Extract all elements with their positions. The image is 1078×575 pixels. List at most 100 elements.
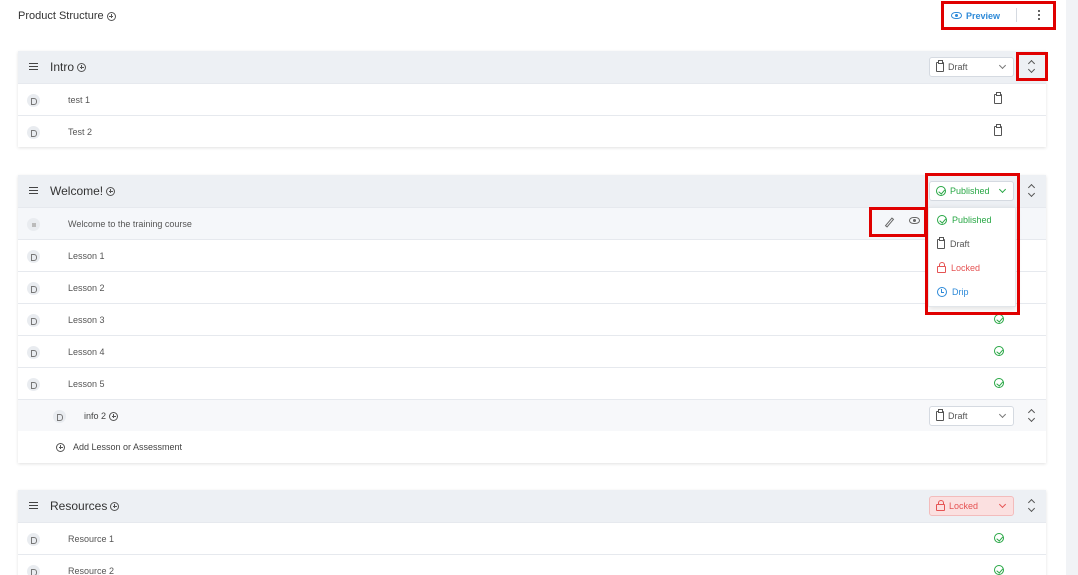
clipboard-icon [994,92,1002,104]
chevron-down-icon [998,410,1007,419]
add-section-icon[interactable] [106,11,116,21]
section-title: Resources [50,499,120,513]
option-label: Locked [951,263,981,273]
subgroup-info-2: info 2 Draft [18,399,1046,431]
item-label: Test 2 [68,127,93,137]
list-item[interactable]: test 1 [18,83,1046,115]
list-item[interactable]: Welcome to the training course [18,207,1046,239]
chevron-down-icon [998,185,1007,194]
lock-icon [937,262,946,273]
section-title-text: Welcome! [50,184,104,198]
scrollbar[interactable] [1066,0,1078,575]
add-icon [56,442,65,452]
status-select[interactable]: Published [929,181,1014,201]
preview-button[interactable]: Preview [951,7,1000,24]
check-circle-icon [994,565,1004,575]
list-item[interactable]: Lesson 2 [18,271,1046,303]
section-header: Resources Locked [18,490,1046,522]
row-actions [884,216,920,228]
check-circle-icon [994,378,1004,388]
section-header: Intro Draft [18,51,1046,83]
collapse-toggle-icon[interactable] [1026,58,1038,76]
add-lesson-label: Add Lesson or Assessment [73,442,183,452]
list-item[interactable]: Lesson 1 [18,239,1046,271]
option-label: Published [952,215,992,225]
status-select[interactable]: Draft [929,406,1014,426]
dropdown-option-drip[interactable]: Drip [929,280,1015,304]
section-title: Intro [50,60,87,74]
status-value: Published [950,186,990,196]
add-item-icon[interactable] [110,501,120,511]
list-item[interactable]: Lesson 4 [18,335,1046,367]
status-icon [994,565,1004,575]
lesson-icon [27,533,40,546]
clock-icon [937,287,947,297]
item-label: Lesson 3 [68,315,105,325]
clipboard-icon [994,124,1002,136]
add-item-icon[interactable] [109,411,119,421]
clipboard-icon [937,237,945,249]
item-label: Lesson 1 [68,251,105,261]
add-item-icon[interactable] [77,62,87,72]
preview-label: Preview [966,10,1001,21]
add-item-icon[interactable] [106,186,116,196]
status-icon [994,92,1002,106]
section-welcome: Welcome! Published Welcome to the traini… [18,175,1046,463]
drag-handle-icon[interactable] [29,187,38,194]
item-label: Lesson 4 [68,347,105,357]
dropdown-option-locked[interactable]: Locked [929,256,1015,280]
item-label: Welcome to the training course [68,219,192,229]
lesson-icon [27,282,40,295]
more-options-icon[interactable] [1033,8,1045,22]
lesson-icon [27,126,40,139]
check-circle-icon [994,346,1004,356]
list-item[interactable]: Resource 2 [18,554,1046,575]
lesson-icon [27,346,40,359]
eye-icon [951,12,962,19]
lesson-icon [27,94,40,107]
lock-icon [936,500,945,511]
list-item[interactable]: Lesson 5 [18,367,1046,399]
add-lesson-row[interactable]: Add Lesson or Assessment [18,431,1046,463]
lesson-icon [27,250,40,263]
status-value: Draft [948,411,968,421]
item-label: Resource 1 [68,534,115,544]
status-select[interactable]: Locked [929,496,1014,516]
lesson-icon [27,565,40,575]
section-header: Welcome! Published [18,175,1046,207]
page-title: Product Structure [18,10,116,22]
drag-handle-icon[interactable] [29,63,38,70]
list-item[interactable]: Resource 1 [18,522,1046,554]
status-dropdown-menu: Published Draft Locked Drip [928,207,1016,307]
item-label: test 1 [68,95,91,105]
clipboard-icon [936,409,944,421]
subgroup-title: info 2 [84,411,119,421]
dropdown-option-draft[interactable]: Draft [929,232,1015,256]
collapse-toggle-icon[interactable] [1026,182,1038,200]
clipboard-icon [936,60,944,72]
status-value: Locked [949,501,979,511]
list-item[interactable]: Lesson 3 [18,303,1046,335]
section-title: Welcome! [50,184,116,198]
collapse-toggle-icon[interactable] [1026,497,1038,515]
page-icon [27,218,40,231]
list-item[interactable]: Test 2 [18,115,1046,147]
status-icon [994,378,1004,390]
section-resources: Resources Locked Resource 1 Resource 2 [18,490,1046,575]
option-label: Draft [950,239,970,249]
option-label: Drip [952,287,969,297]
dropdown-option-published[interactable]: Published [929,208,1015,232]
lesson-icon [27,378,40,391]
divider [1016,8,1017,22]
lesson-icon [27,314,40,327]
collapse-toggle-icon[interactable] [1026,407,1038,425]
chevron-down-icon [998,500,1007,509]
status-icon [994,314,1004,326]
drag-handle-icon[interactable] [29,502,38,509]
group-icon [53,410,66,423]
pencil-icon[interactable] [884,217,895,228]
status-select[interactable]: Draft [929,57,1014,77]
check-circle-icon [994,314,1004,324]
page-title-text: Product Structure [18,10,104,22]
eye-icon[interactable] [909,216,920,224]
